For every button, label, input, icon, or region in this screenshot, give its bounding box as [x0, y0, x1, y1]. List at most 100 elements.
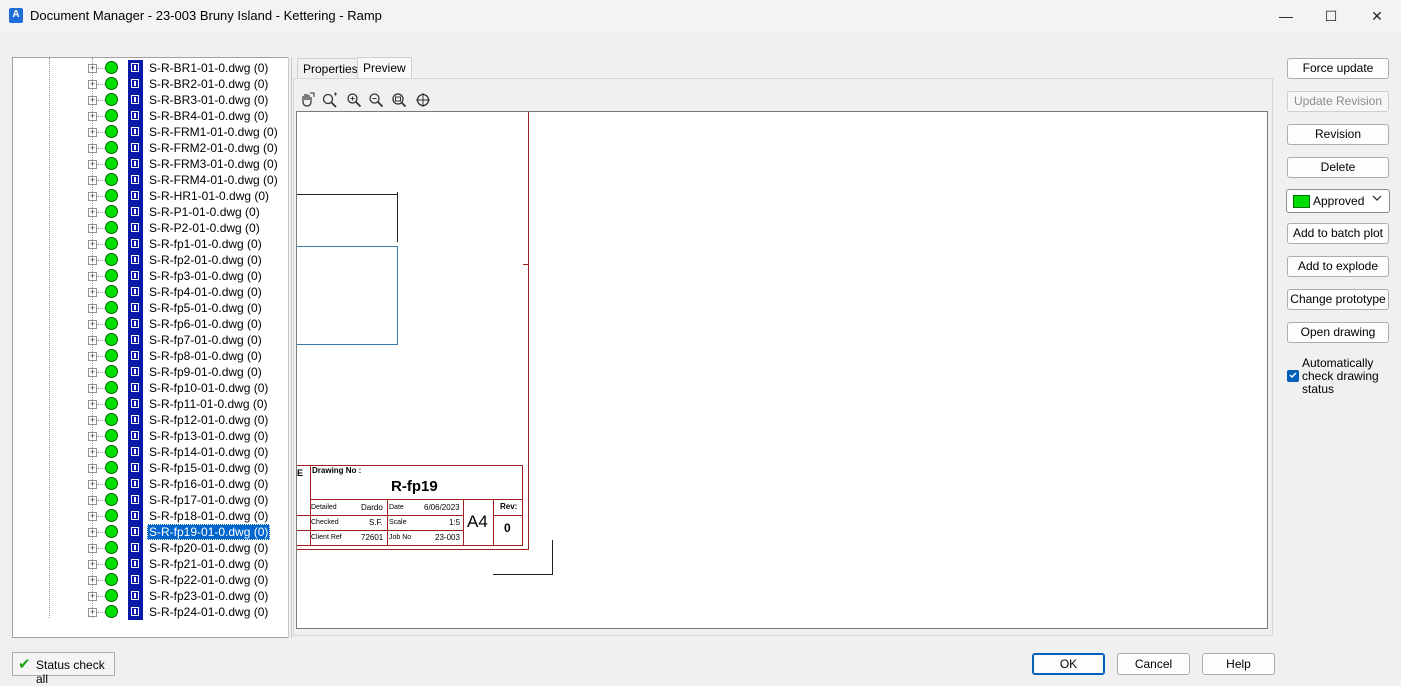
zoom-out-icon[interactable]	[367, 91, 385, 109]
expand-icon[interactable]: +	[88, 368, 97, 377]
expand-icon[interactable]: +	[88, 400, 97, 409]
tree-item[interactable]: + S-R-HR1-01-0.dwg (0)	[13, 188, 273, 204]
cancel-button[interactable]: Cancel	[1117, 653, 1190, 675]
expand-icon[interactable]: +	[88, 352, 97, 361]
expand-icon[interactable]: +	[88, 64, 97, 73]
expand-icon[interactable]: +	[88, 544, 97, 553]
expand-icon[interactable]: +	[88, 224, 97, 233]
force-update-button[interactable]: Force update	[1287, 58, 1389, 79]
tree-item[interactable]: + S-R-FRM4-01-0.dwg (0)	[13, 172, 278, 188]
expand-icon[interactable]: +	[88, 304, 97, 313]
expand-icon[interactable]: +	[88, 320, 97, 329]
tree-item[interactable]: + S-R-fp9-01-0.dwg (0)	[13, 364, 273, 380]
zoom-window-icon[interactable]	[414, 91, 432, 109]
expand-icon[interactable]: +	[88, 448, 97, 457]
update-revision-button[interactable]: Update Revision	[1287, 91, 1389, 112]
tree-item[interactable]: + S-R-fp6-01-0.dwg (0)	[13, 316, 273, 332]
tree-item[interactable]: + S-R-fp20-01-0.dwg (0)	[13, 540, 273, 556]
tree-item[interactable]: + S-R-BR2-01-0.dwg (0)	[13, 76, 273, 92]
open-drawing-button[interactable]: Open drawing	[1287, 322, 1389, 343]
add-to-explode-button[interactable]: Add to explode	[1287, 256, 1389, 277]
expand-icon[interactable]: +	[88, 96, 97, 105]
tree-item[interactable]: + S-R-fp11-01-0.dwg (0)	[13, 396, 273, 412]
tab-preview[interactable]: Preview	[357, 57, 412, 80]
expand-icon[interactable]: +	[88, 512, 97, 521]
expand-icon[interactable]: +	[88, 384, 97, 393]
tree-item[interactable]: + S-R-BR1-01-0.dwg (0)	[13, 60, 273, 76]
tree-item[interactable]: + S-R-fp7-01-0.dwg (0)	[13, 332, 273, 348]
add-to-batch-plot-button[interactable]: Add to batch plot	[1287, 223, 1389, 244]
tree-item[interactable]: + S-R-fp4-01-0.dwg (0)	[13, 284, 273, 300]
tree-item[interactable]: + S-R-P1-01-0.dwg (0)	[13, 204, 273, 220]
auto-check-checkbox[interactable]	[1287, 370, 1299, 382]
tree-item[interactable]: + S-R-fp21-01-0.dwg (0)	[13, 556, 273, 572]
expand-icon[interactable]: +	[88, 288, 97, 297]
drawing-preview[interactable]: E Drawing No : R-fp19 Detailed Dardo Dat…	[296, 111, 1268, 629]
tree-item[interactable]: + S-R-fp24-01-0.dwg (0)	[13, 604, 273, 620]
expand-icon[interactable]: +	[88, 176, 97, 185]
tree-item[interactable]: + S-R-fp12-01-0.dwg (0)	[13, 412, 273, 428]
pan-icon[interactable]	[298, 91, 316, 109]
expand-icon[interactable]: +	[88, 528, 97, 537]
expand-icon[interactable]: +	[88, 592, 97, 601]
help-button[interactable]: Help	[1202, 653, 1275, 675]
tree-item[interactable]: + S-R-fp18-01-0.dwg (0)	[13, 508, 273, 524]
expand-icon[interactable]: +	[88, 80, 97, 89]
tree-item[interactable]: + S-R-fp5-01-0.dwg (0)	[13, 300, 273, 316]
expand-icon[interactable]: +	[88, 480, 97, 489]
title-bar[interactable]: A Document Manager - 23-003 Bruny Island…	[0, 0, 1401, 32]
zoom-realtime-icon[interactable]	[321, 91, 339, 109]
tab-properties[interactable]: Properties	[297, 58, 364, 79]
tree-item[interactable]: + S-R-fp16-01-0.dwg (0)	[13, 476, 273, 492]
expand-icon[interactable]: +	[88, 192, 97, 201]
tree-item[interactable]: + S-R-fp3-01-0.dwg (0)	[13, 268, 273, 284]
tree-item[interactable]: + S-R-FRM2-01-0.dwg (0)	[13, 140, 278, 156]
expand-icon[interactable]: +	[88, 560, 97, 569]
tree-item[interactable]: + S-R-fp19-01-0.dwg (0)	[13, 524, 273, 540]
expand-icon[interactable]: +	[88, 208, 97, 217]
tree-item[interactable]: + S-R-FRM1-01-0.dwg (0)	[13, 124, 278, 140]
expand-icon[interactable]: +	[88, 464, 97, 473]
expand-icon[interactable]: +	[88, 160, 97, 169]
zoom-in-icon[interactable]	[345, 91, 363, 109]
tree-item[interactable]: + S-R-fp13-01-0.dwg (0)	[13, 428, 273, 444]
maximize-button[interactable]: ☐	[1308, 0, 1354, 32]
minimize-button[interactable]: —	[1263, 0, 1309, 32]
tree-item[interactable]: + S-R-fp15-01-0.dwg (0)	[13, 460, 273, 476]
expand-icon[interactable]: +	[88, 416, 97, 425]
drawing-tree[interactable]: + S-R-BR1-01-0.dwg (0) + S-R-BR2-01-0.dwg (…	[12, 57, 289, 638]
expand-icon[interactable]: +	[88, 144, 97, 153]
expand-icon[interactable]: +	[88, 112, 97, 121]
ok-button[interactable]: OK	[1032, 653, 1105, 675]
tree-item[interactable]: + S-R-fp1-01-0.dwg (0)	[13, 236, 273, 252]
tree-item[interactable]: + S-R-fp10-01-0.dwg (0)	[13, 380, 273, 396]
expand-icon[interactable]: +	[88, 256, 97, 265]
delete-button[interactable]: Delete	[1287, 157, 1389, 178]
tree-item[interactable]: + S-R-FRM3-01-0.dwg (0)	[13, 156, 278, 172]
expand-icon[interactable]: +	[88, 240, 97, 249]
drawing-number: R-fp19	[391, 478, 438, 495]
tree-item[interactable]: + S-R-fp8-01-0.dwg (0)	[13, 348, 273, 364]
expand-icon[interactable]: +	[88, 336, 97, 345]
panel-splitter[interactable]	[288, 57, 292, 638]
status-check-all-button[interactable]: ✔ Status check all	[12, 652, 115, 686]
tree-item[interactable]: + S-R-fp17-01-0.dwg (0)	[13, 492, 273, 508]
zoom-extents-icon[interactable]	[390, 91, 408, 109]
tree-item[interactable]: + S-R-BR4-01-0.dwg (0)	[13, 108, 273, 124]
tree-item[interactable]: + S-R-P2-01-0.dwg (0)	[13, 220, 273, 236]
expand-icon[interactable]: +	[88, 576, 97, 585]
tree-item[interactable]: + S-R-fp2-01-0.dwg (0)	[13, 252, 273, 268]
revision-button[interactable]: Revision	[1287, 124, 1389, 145]
tree-item[interactable]: + S-R-fp14-01-0.dwg (0)	[13, 444, 273, 460]
status-dropdown[interactable]: Approved	[1286, 189, 1390, 213]
close-button[interactable]: ✕	[1354, 0, 1400, 32]
expand-icon[interactable]: +	[88, 128, 97, 137]
tree-item[interactable]: + S-R-fp23-01-0.dwg (0)	[13, 588, 273, 604]
tree-item[interactable]: + S-R-fp22-01-0.dwg (0)	[13, 572, 273, 588]
change-prototype-button[interactable]: Change prototype	[1287, 289, 1389, 310]
expand-icon[interactable]: +	[88, 608, 97, 617]
expand-icon[interactable]: +	[88, 432, 97, 441]
expand-icon[interactable]: +	[88, 272, 97, 281]
tree-item[interactable]: + S-R-BR3-01-0.dwg (0)	[13, 92, 273, 108]
expand-icon[interactable]: +	[88, 496, 97, 505]
